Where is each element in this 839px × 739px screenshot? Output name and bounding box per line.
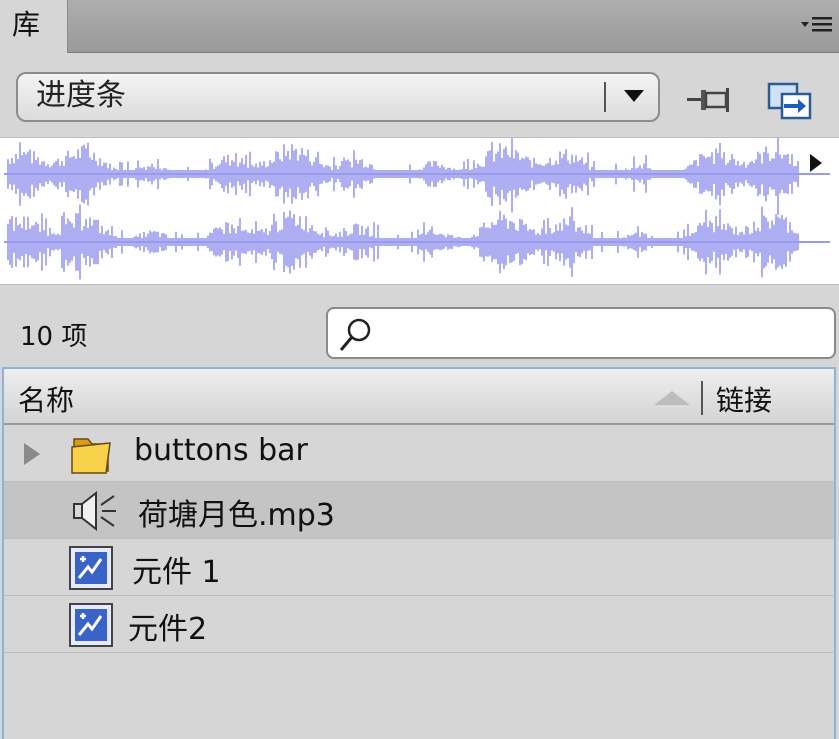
library-list: 名称 链接 buttons bar 荷塘月色.mp3 元件 1 元件2 (2, 367, 836, 739)
sort-ascending-icon[interactable] (654, 391, 690, 405)
graphic-symbol-icon (69, 546, 113, 590)
document-select-value: 进度条 (36, 78, 126, 113)
play-icon[interactable] (806, 152, 826, 174)
list-item[interactable]: 荷塘月色.mp3 (4, 482, 834, 539)
list-header: 名称 链接 (4, 369, 834, 425)
select-separator (604, 82, 606, 112)
sound-icon (73, 490, 116, 532)
column-header-name[interactable]: 名称 (18, 379, 74, 419)
tab-library[interactable]: 库 (0, 0, 68, 53)
list-item[interactable]: buttons bar (4, 425, 834, 482)
list-item-label: 元件 1 (132, 555, 221, 590)
pin-icon[interactable] (685, 82, 733, 118)
panel-menu-icon[interactable] (799, 12, 835, 38)
chevron-down-icon[interactable] (624, 90, 644, 102)
folder-icon (71, 438, 111, 474)
expand-arrow-icon[interactable] (24, 443, 40, 465)
column-divider[interactable] (701, 381, 703, 415)
list-item-label: 荷塘月色.mp3 (138, 498, 335, 533)
list-item[interactable]: 元件2 (4, 596, 834, 653)
panel-tab-bar: 库 (0, 0, 839, 53)
list-item-label: buttons bar (134, 433, 308, 468)
column-header-linkage[interactable]: 链接 (716, 379, 772, 419)
list-item[interactable]: 元件 1 (4, 539, 834, 596)
search-box[interactable] (326, 307, 836, 359)
new-library-icon[interactable] (766, 80, 814, 120)
waveform (4, 138, 830, 280)
search-input[interactable] (380, 315, 824, 353)
list-item-label: 元件2 (128, 612, 208, 647)
search-icon (339, 318, 371, 351)
audio-preview (0, 137, 839, 285)
item-count: 10 项 (20, 322, 88, 352)
document-select[interactable]: 进度条 (16, 72, 660, 122)
graphic-symbol-icon (69, 603, 113, 647)
